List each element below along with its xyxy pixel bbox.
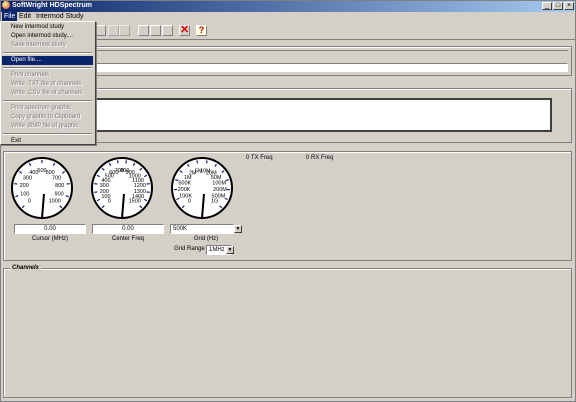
grid-select[interactable]: 500K [170, 224, 234, 234]
cursor-value-field[interactable]: 0.00 [14, 224, 86, 234]
grid-caption: Grid (Hz) [193, 236, 219, 242]
file-menu-item[interactable]: Print channels [2, 71, 93, 80]
close-window-button[interactable]: × [564, 2, 574, 10]
file-menu-item[interactable]: Write .TXT file of channels [2, 80, 93, 89]
gauge-tick-label: 100M [212, 181, 226, 187]
gauge-tick-label: 1000 [49, 199, 61, 205]
maximize-button[interactable]: □ [553, 2, 563, 10]
file-menu-item[interactable]: Open file.... [2, 56, 93, 65]
center-freq-value-field[interactable]: 0.00 [92, 224, 164, 234]
menu-separator [3, 100, 92, 102]
file-menu-item[interactable]: Write .CSV file of channels [2, 89, 93, 98]
help-icon[interactable]: ? [196, 25, 207, 36]
gauge-tick [205, 160, 208, 164]
app-icon[interactable] [2, 1, 10, 9]
window-title: SoftWright HDSpectrum [12, 2, 92, 9]
toolbar-tool2-button[interactable] [150, 25, 161, 36]
gauge-tick [196, 160, 199, 164]
gauge-tick-label: 300 [100, 183, 109, 189]
gauge-tick-label: 200M [213, 187, 227, 193]
file-menu-item[interactable]: Save intermod study [2, 41, 93, 50]
rx-freq-label: 0 RX Freq [306, 155, 334, 161]
gauge-tick-label: 0 [28, 199, 31, 205]
file-menu-item[interactable]: Open intermod study.... [2, 32, 93, 41]
file-menu-item[interactable]: New intermod study [2, 23, 93, 32]
gauge-tick-label: 100K [179, 193, 192, 199]
file-menu-item[interactable]: Print spectrum graphic [2, 104, 93, 113]
toolbar-tool1-button[interactable] [138, 25, 149, 36]
gauges-panel [3, 151, 572, 261]
file-menu-item[interactable]: Write .BMP file of graphic [2, 122, 93, 131]
delete-icon[interactable]: ✕ [179, 25, 190, 36]
grid-select-arrow-icon[interactable]: ▼ [234, 225, 242, 233]
center-freq-gauge: 0100200300400500600700800900100011001200… [91, 157, 153, 219]
channels-title: Channels [10, 265, 42, 271]
toolbar-save-button[interactable] [119, 25, 130, 36]
gauge-tick-label: 200 [20, 183, 29, 189]
file-menu-item[interactable]: Copy graphic to Clipboard [2, 113, 93, 122]
gauge-tick-label: 900 [55, 192, 64, 198]
file-menu-item[interactable]: Exit [2, 137, 93, 146]
cursor-gauge: 01002003004005006007008009001000 [11, 157, 73, 219]
tx-freq-label: 0 TX Freq [246, 155, 273, 161]
gauge-tick-label: 700 [52, 175, 61, 181]
toolbar-print-button[interactable] [95, 25, 106, 36]
gauge-tick [225, 179, 229, 182]
minimize-button[interactable]: _ [542, 2, 552, 10]
gauge-tick-label: 1500 [129, 199, 141, 205]
center-freq-caption: Center Freq [111, 236, 144, 242]
grid-gauge: 0100K200K500K1M2M5M10M20M50M100M200M500M… [171, 157, 233, 219]
grid-range-label: Grid Range [174, 246, 205, 252]
cursor-caption: Cursor (MHz) [32, 236, 68, 242]
gauge-tick-label: 300 [23, 175, 32, 181]
toolbar-copy-button[interactable] [108, 25, 119, 36]
gauge-tick-label: 1G [211, 199, 218, 205]
menu-separator [3, 67, 92, 69]
channels-panel [3, 268, 572, 398]
gauge-tick-label: 100 [101, 194, 110, 200]
gauge-tick-label: 100 [20, 192, 29, 198]
menu-separator [3, 133, 92, 135]
grid-range-arrow-icon[interactable]: ▼ [226, 246, 234, 254]
menu-separator [3, 52, 92, 54]
gauge-tick-label: 800 [55, 183, 64, 189]
toolbar-tool3-button[interactable] [162, 25, 173, 36]
gauge-tick-label: 500K [178, 181, 191, 187]
gauge-tick-label: 200 [100, 189, 109, 195]
gauge-tick-label: 200K [178, 187, 191, 193]
gauge-tick-label: 0 [188, 199, 191, 205]
